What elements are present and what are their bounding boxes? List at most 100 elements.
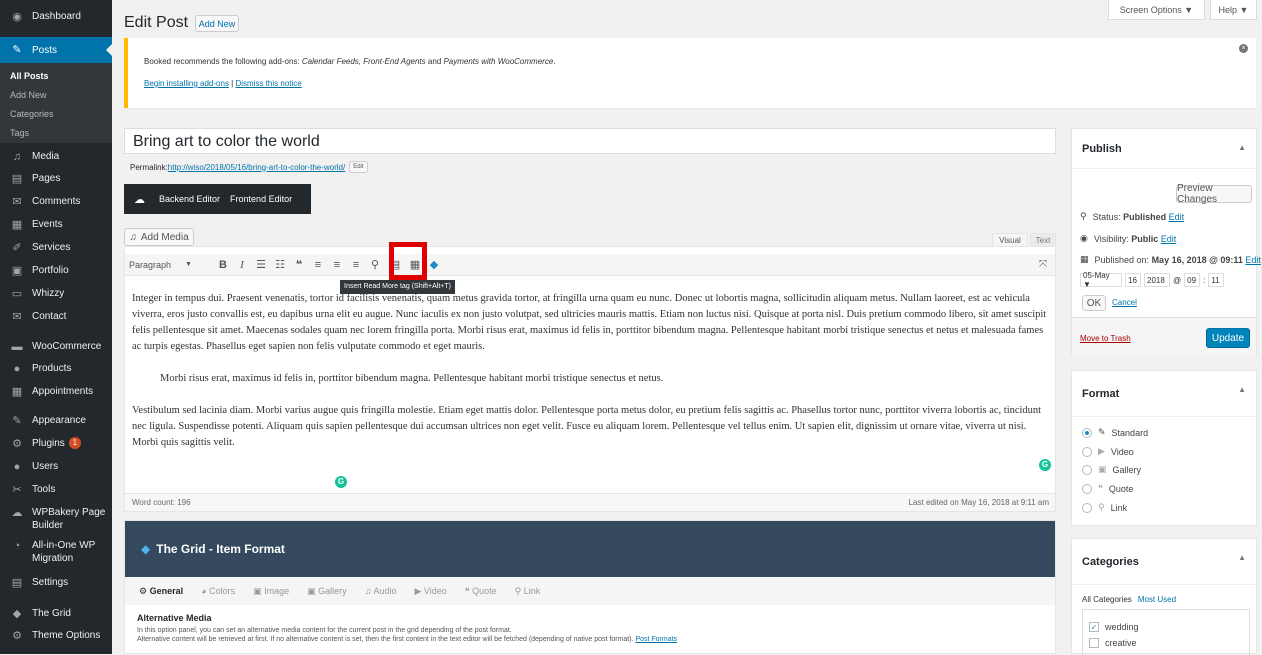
install-addons-link[interactable]: Begin installing add-ons (144, 79, 229, 88)
grid-icon[interactable]: ◆ (429, 258, 439, 271)
format-option-quote[interactable]: ❝ Quote (1082, 483, 1133, 494)
tab-gallery[interactable]: ▣ Gallery (307, 586, 347, 597)
hour-input[interactable]: 09 (1184, 273, 1201, 287)
format-select[interactable]: Paragraph ▼ (129, 260, 209, 270)
link-icon[interactable]: ⚲ (370, 258, 380, 271)
radio-button[interactable] (1082, 502, 1092, 513)
tab-audio[interactable]: ♫ Audio (365, 586, 397, 596)
collapse-icon[interactable]: ▲ (1238, 143, 1246, 152)
submenu-all-posts[interactable]: All Posts (10, 71, 49, 81)
minute-input[interactable]: 11 (1208, 273, 1225, 287)
update-button[interactable]: Update (1206, 328, 1250, 348)
permalink-link[interactable]: http://wiso/2018/05/16/bring-art-to-colo… (168, 163, 345, 172)
format-option-link[interactable]: ⚲ Link (1082, 502, 1127, 513)
cancel-link[interactable]: Cancel (1112, 298, 1137, 307)
format-option-gallery[interactable]: ▣ Gallery (1082, 464, 1141, 475)
sidebar-item-media[interactable]: ♫ Media (0, 150, 112, 164)
sidebar-item-label: WPBakery Page Builder (32, 507, 106, 531)
align-right-icon[interactable]: ≡ (351, 259, 361, 271)
dismiss-notice-link[interactable]: Dismiss this notice (235, 79, 301, 88)
edit-status-link[interactable]: Edit (1169, 212, 1185, 222)
format-option-standard[interactable]: ✎ Standard (1082, 427, 1148, 438)
radio-button[interactable] (1082, 446, 1092, 457)
post-title-input[interactable]: Bring art to color the world (124, 128, 1056, 154)
format-panel-title[interactable]: Format ▲ (1072, 371, 1256, 417)
numbered-list-icon[interactable]: ☷ (275, 258, 285, 271)
post-formats-link[interactable]: Post Formats (635, 636, 677, 643)
fullscreen-icon[interactable]: ⤧ (1039, 259, 1047, 270)
whizzy-icon: ▭ (11, 287, 23, 300)
sidebar-item-plugins[interactable]: ⚙ Plugins 1 (0, 437, 112, 451)
sidebar-item-woocommerce[interactable]: ▬ WooCommerce (0, 340, 112, 354)
sidebar-item-comments[interactable]: ✉ Comments (0, 195, 112, 209)
bold-icon[interactable]: B (218, 259, 228, 271)
radio-button[interactable] (1082, 464, 1092, 475)
year-input[interactable]: 2018 (1144, 273, 1170, 287)
align-center-icon[interactable]: ≡ (332, 259, 342, 271)
sidebar-item-tools[interactable]: ✂ Tools (0, 483, 112, 497)
checkbox[interactable]: ✓ (1089, 622, 1099, 632)
submenu-add-new[interactable]: Add New (10, 90, 47, 100)
checkbox[interactable] (1089, 638, 1099, 648)
frontend-editor-button[interactable]: Frontend Editor (230, 194, 292, 204)
sidebar-item-all-in-one-wp-migration[interactable]: ◔ All-in-One WP Migration (0, 539, 112, 565)
sidebar-item-services[interactable]: ✐ Services (0, 241, 112, 255)
collapse-icon[interactable]: ▲ (1238, 385, 1246, 394)
category-item[interactable]: creative (1089, 638, 1137, 648)
add-new-button[interactable]: Add New (195, 15, 239, 32)
tab-general[interactable]: ⚙ General (139, 586, 183, 597)
move-to-trash-link[interactable]: Move to Trash (1080, 334, 1131, 343)
submenu-tags[interactable]: Tags (10, 128, 29, 138)
screen-options-button[interactable]: Screen Options ▼ (1108, 0, 1205, 20)
editor-content[interactable]: Integer in tempus dui. Praesent venenati… (125, 291, 1055, 467)
permalink-edit-button[interactable]: Edit (349, 161, 368, 173)
sidebar-item-contact[interactable]: ✉ Contact (0, 310, 112, 324)
tab-most-used[interactable]: Most Used (1138, 595, 1176, 604)
sidebar-item-settings[interactable]: ▤ Settings (0, 576, 112, 590)
radio-button[interactable] (1082, 483, 1092, 494)
tab-quote[interactable]: ❝ Quote (465, 586, 497, 597)
category-item[interactable]: ✓ wedding (1089, 622, 1139, 632)
quote-icon: ❝ (1098, 483, 1103, 493)
backend-editor-button[interactable]: Backend Editor (159, 194, 220, 204)
tab-image[interactable]: ▣ Image (253, 586, 289, 597)
sidebar-item-dashboard[interactable]: ◉ Dashboard (0, 10, 112, 24)
sidebar-item-users[interactable]: ● Users (0, 460, 112, 474)
sidebar-item-portfolio[interactable]: ▣ Portfolio (0, 264, 112, 278)
edit-visibility-link[interactable]: Edit (1161, 234, 1177, 244)
publish-panel-title[interactable]: Publish ▲ (1072, 129, 1256, 169)
sidebar-item-pages[interactable]: ▤ Pages (0, 172, 112, 186)
dismiss-icon[interactable]: × (1239, 44, 1248, 53)
add-media-button[interactable]: ♫ Add Media (124, 228, 194, 246)
sidebar-item-products[interactable]: ● Products (0, 362, 112, 376)
categories-panel-title[interactable]: Categories ▲ (1072, 539, 1256, 585)
preview-changes-button[interactable]: Preview Changes (1176, 183, 1252, 205)
sidebar-item-whizzy[interactable]: ▭ Whizzy (0, 287, 112, 301)
sidebar-item-appearance[interactable]: ✎ Appearance (0, 414, 112, 428)
month-select[interactable]: 05-May ▼ (1080, 271, 1122, 289)
ok-button[interactable]: OK (1082, 295, 1106, 311)
collapse-icon[interactable]: ▲ (1238, 553, 1246, 562)
format-option-video[interactable]: ▶ Video (1082, 446, 1134, 457)
tab-colors[interactable]: ◕ Colors (201, 586, 235, 596)
align-left-icon[interactable]: ≡ (313, 259, 323, 271)
submenu-categories[interactable]: Categories (10, 109, 54, 119)
sidebar-item-theme-options[interactable]: ⚙ Theme Options (0, 629, 112, 643)
blockquote-icon[interactable]: ❝ (294, 258, 304, 271)
sidebar-item-posts[interactable]: ✎ Posts (0, 37, 112, 63)
tab-video[interactable]: ▶ Video (414, 586, 446, 597)
bullet-list-icon[interactable]: ☰ (256, 258, 266, 271)
grammarly-icon[interactable]: G (335, 476, 347, 488)
grammarly-icon[interactable]: G (1039, 459, 1051, 471)
sidebar-item-the-grid[interactable]: ◆ The Grid (0, 607, 112, 621)
radio-button[interactable] (1082, 427, 1092, 438)
sidebar-item-events[interactable]: ▦ Events (0, 218, 112, 232)
tab-all-categories[interactable]: All Categories (1082, 595, 1132, 604)
tab-link[interactable]: ⚲ Link (515, 586, 541, 597)
edit-date-link[interactable]: Edit (1245, 255, 1261, 265)
sidebar-item-appointments[interactable]: ▦ Appointments (0, 385, 112, 399)
help-button[interactable]: Help ▼ (1210, 0, 1257, 20)
sidebar-item-wpbakery-page-builder[interactable]: ☁ WPBakery Page Builder (0, 506, 112, 532)
italic-icon[interactable]: I (237, 259, 247, 271)
day-input[interactable]: 16 (1125, 273, 1141, 287)
